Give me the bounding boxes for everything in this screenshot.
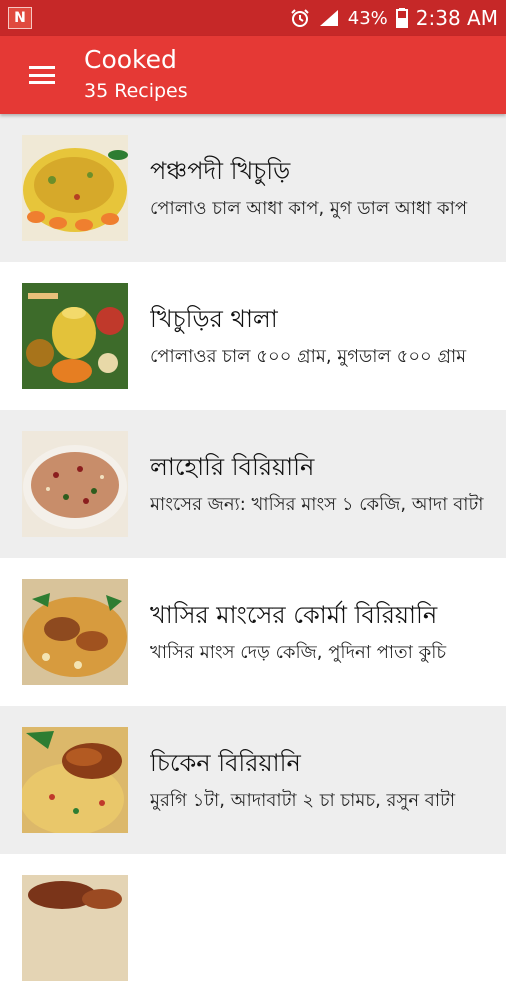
app-bar-titles: Cooked 35 Recipes (84, 46, 188, 104)
app-title: Cooked (84, 45, 177, 74)
status-right: 43% 2:38 AM (290, 6, 498, 30)
recipe-texts (150, 923, 506, 933)
list-item[interactable]: খাসির মাংসের কোর্মা বিরিয়ানি খাসির মাংস… (0, 558, 506, 706)
recipe-description: পোলাও চাল আধা কাপ, মুগ ডাল আধা কাপ (150, 198, 468, 219)
recipe-thumbnail (22, 431, 128, 537)
recipe-thumbnail (22, 875, 128, 981)
recipe-title: খিচুড়ির থালা (150, 305, 278, 333)
menu-icon (29, 66, 55, 84)
recipe-texts: খাসির মাংসের কোর্মা বিরিয়ানি খাসির মাংস… (150, 599, 506, 665)
status-bar: N 43% 2:38 AM (0, 0, 506, 36)
battery-icon (395, 8, 408, 28)
recipe-texts: পঞ্চপদী খিচুড়ি পোলাও চাল আধা কাপ, মুগ ড… (150, 155, 506, 221)
list-item[interactable]: পঞ্চপদী খিচুড়ি পোলাও চাল আধা কাপ, মুগ ড… (0, 114, 506, 262)
recipe-title: খাসির মাংসের কোর্মা বিরিয়ানি (150, 601, 438, 629)
recipe-title: লাহোরি বিরিয়ানি (150, 453, 315, 481)
recipe-description: মাংসের জন্য: খাসির মাংস ১ কেজি, আদা বাটা (150, 494, 484, 515)
list-item[interactable] (0, 854, 506, 1002)
battery-percent: 43% (347, 7, 388, 29)
app-bar: Cooked 35 Recipes (0, 36, 506, 114)
alarm-icon (291, 9, 309, 27)
recipe-texts: লাহোরি বিরিয়ানি মাংসের জন্য: খাসির মাংস… (150, 451, 506, 517)
notification-letter: N (14, 10, 26, 26)
menu-button[interactable] (0, 36, 84, 114)
recipe-description: মুরগি ১টা, আদাবাটা ২ চা চামচ, রসুন বাটা (150, 790, 456, 811)
signal-icon (319, 10, 338, 26)
recipe-count: 35 Recipes (84, 80, 188, 102)
recipe-texts: চিকেন বিরিয়ানি মুরগি ১টা, আদাবাটা ২ চা … (150, 747, 506, 813)
recipe-thumbnail (22, 135, 128, 241)
recipe-list: পঞ্চপদী খিচুড়ি পোলাও চাল আধা কাপ, মুগ ড… (0, 114, 506, 1002)
recipe-texts: খিচুড়ির থালা পোলাওর চাল ৫০০ গ্রাম, মুগড… (150, 303, 506, 369)
recipe-title: চিকেন বিরিয়ানি (150, 749, 301, 777)
recipe-title: পঞ্চপদী খিচুড়ি (150, 157, 291, 185)
recipe-thumbnail (22, 283, 128, 389)
recipe-thumbnail (22, 579, 128, 685)
list-item[interactable]: লাহোরি বিরিয়ানি মাংসের জন্য: খাসির মাংস… (0, 410, 506, 558)
recipe-description: পোলাওর চাল ৫০০ গ্রাম, মুগডাল ৫০০ গ্রাম (150, 346, 467, 367)
status-time: 2:38 AM (415, 6, 498, 30)
recipe-description: খাসির মাংস দেড় কেজি, পুদিনা পাতা কুচি (150, 642, 447, 663)
list-item[interactable]: চিকেন বিরিয়ানি মুরগি ১টা, আদাবাটা ২ চা … (0, 706, 506, 854)
recipe-thumbnail (22, 727, 128, 833)
notification-icon: N (8, 7, 32, 29)
list-item[interactable]: খিচুড়ির থালা পোলাওর চাল ৫০০ গ্রাম, মুগড… (0, 262, 506, 410)
